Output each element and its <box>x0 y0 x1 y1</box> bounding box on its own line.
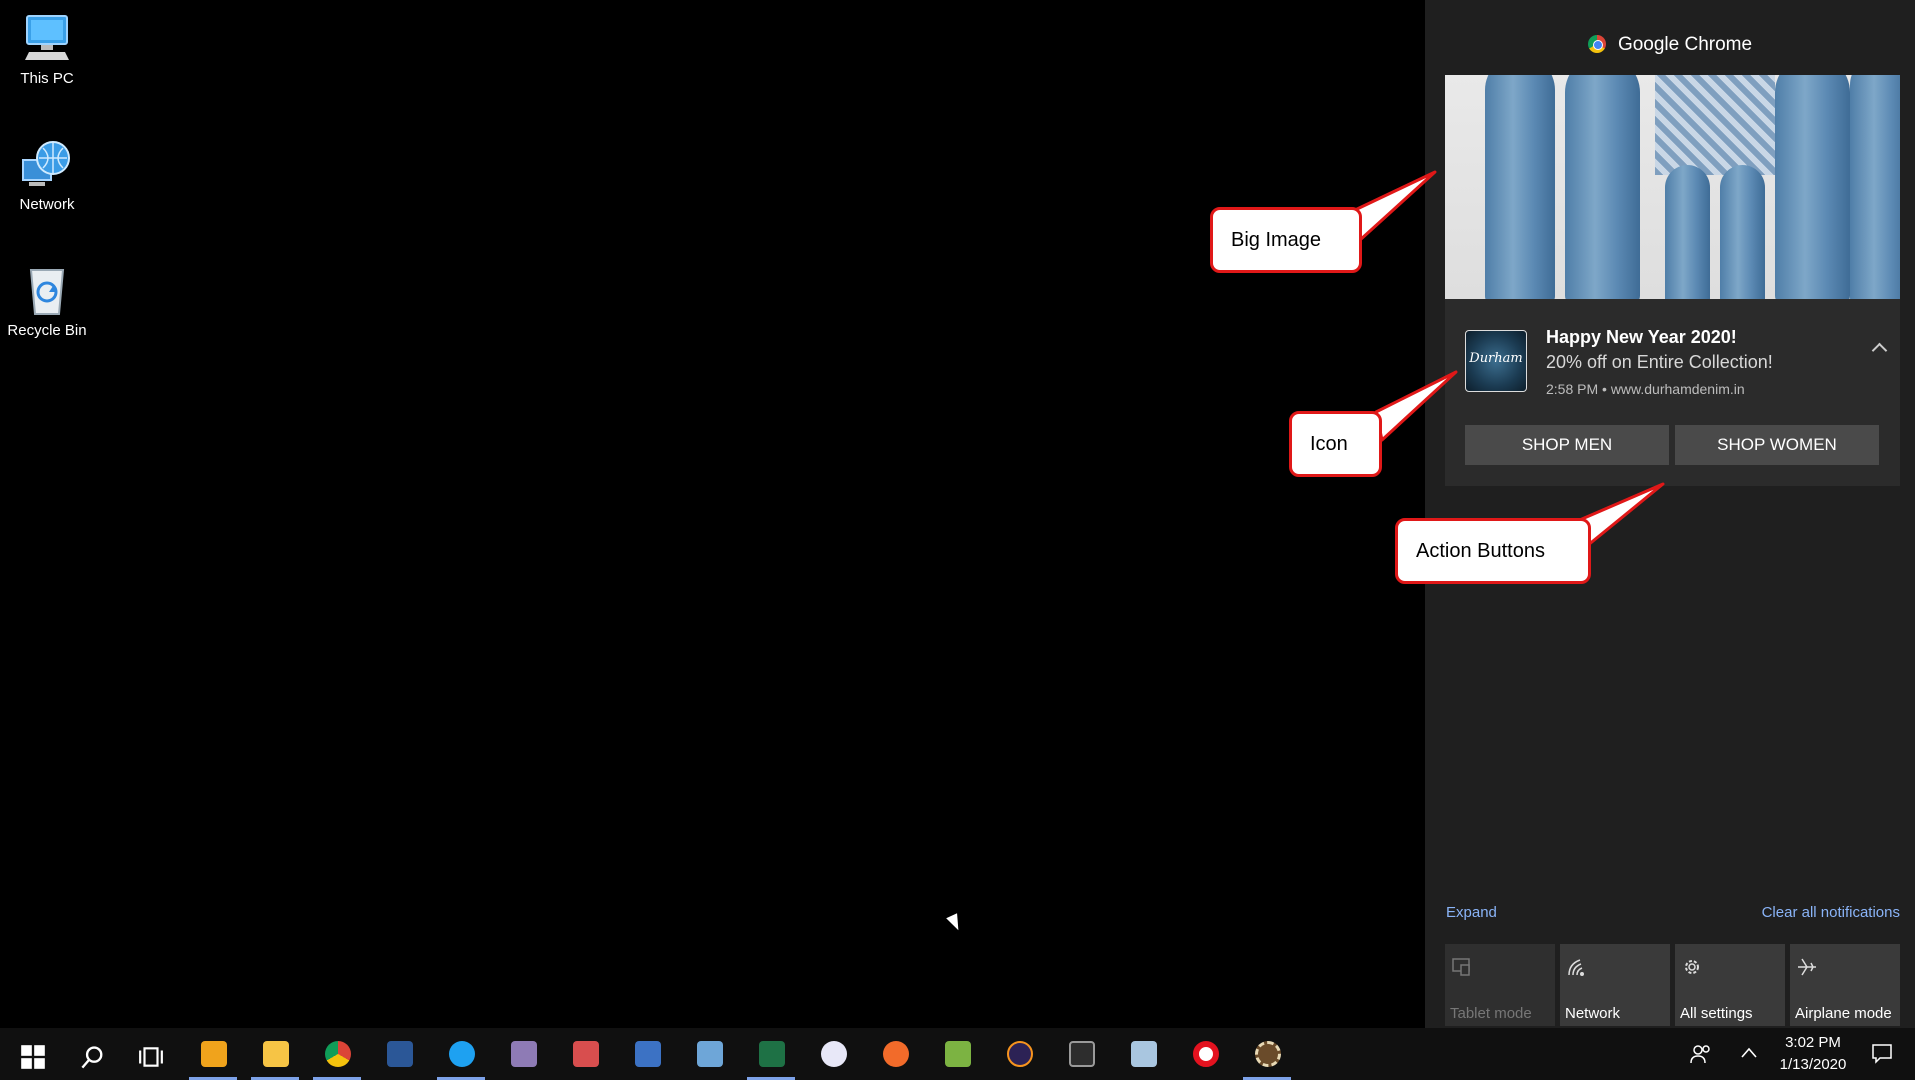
clock-time: 3:02 PM <box>1785 1034 1841 1051</box>
taskbar-app-database[interactable] <box>1116 1028 1170 1080</box>
network-globe-icon <box>19 136 75 192</box>
taskbar-app-word[interactable] <box>372 1028 426 1080</box>
start-button[interactable] <box>3 1028 57 1080</box>
search-icon <box>81 1046 103 1069</box>
taskbar-app-file-explorer[interactable] <box>248 1028 302 1080</box>
people-button[interactable] <box>1686 1028 1716 1080</box>
task-view-icon <box>139 1047 163 1067</box>
notification-title: Happy New Year 2020! <box>1546 327 1737 347</box>
people-icon <box>1690 1045 1710 1064</box>
desktop-icon-label: Network <box>19 196 75 213</box>
taskbar-app-eclipse[interactable] <box>992 1028 1046 1080</box>
tablet-mode-icon <box>1451 956 1473 978</box>
quick-action-network[interactable]: Network <box>1560 944 1670 1026</box>
notification-meta: 2:58 PM • www.durhamdenim.in <box>1546 381 1745 397</box>
quick-action-label: Tablet mode <box>1450 1005 1532 1022</box>
notification-big-image <box>1445 75 1900 299</box>
taskbar-app[interactable] <box>496 1028 550 1080</box>
paint-3d-icon <box>697 1041 723 1067</box>
clock-date: 1/13/2020 <box>1779 1056 1847 1073</box>
quick-action-label: Airplane mode <box>1795 1005 1892 1022</box>
taskbar-app-notepad[interactable] <box>930 1028 984 1080</box>
database-icon <box>1131 1041 1157 1067</box>
sketch-icon <box>883 1041 909 1067</box>
callout-icon: Icon <box>1289 411 1382 477</box>
taskbar-app-paint[interactable] <box>558 1028 612 1080</box>
notification-app-header: Google Chrome <box>1425 34 1915 56</box>
opera-icon <box>1193 1041 1219 1067</box>
recycle-bin-icon <box>19 262 75 318</box>
callout-text: Big Image <box>1231 229 1322 251</box>
settings-app-icon <box>1255 1041 1281 1067</box>
taskbar-app[interactable] <box>806 1028 860 1080</box>
action-center-button[interactable] <box>1862 1028 1902 1080</box>
chrome-icon <box>325 1041 351 1067</box>
gear-icon <box>1681 956 1703 978</box>
desktop-icon-this-pc[interactable]: This PC <box>4 10 90 87</box>
callout-action-buttons: Action Buttons <box>1395 518 1591 584</box>
internet-explorer-icon <box>449 1041 475 1067</box>
notification-app-name: Google Chrome <box>1617 34 1753 55</box>
taskbar-app-chrome[interactable] <box>310 1028 364 1080</box>
outlook-icon <box>201 1041 227 1067</box>
taskbar-app-paint-3d[interactable] <box>682 1028 736 1080</box>
remote-desktop-icon <box>635 1041 661 1067</box>
quick-action-tablet-mode[interactable]: Tablet mode <box>1445 944 1555 1026</box>
notification-brand-icon: Durham <box>1465 330 1527 392</box>
search-button[interactable] <box>62 1028 116 1080</box>
notification-body: 20% off on Entire Collection! <box>1546 352 1773 372</box>
desktop-icon-label: Recycle Bin <box>7 322 87 339</box>
callout-big-image: Big Image <box>1210 207 1362 273</box>
mouse-cursor-icon <box>946 913 964 933</box>
expand-link[interactable]: Expand <box>1446 904 1497 921</box>
chevron-up-icon <box>1741 1047 1757 1058</box>
eclipse-icon <box>1007 1041 1033 1067</box>
brand-icon-text: Durham <box>1469 351 1523 366</box>
taskbar: 3:02 PM 1/13/2020 <box>0 1028 1915 1080</box>
quick-action-all-settings[interactable]: All settings <box>1675 944 1785 1026</box>
excel-icon <box>759 1041 785 1067</box>
taskbar-app-terminal[interactable] <box>1054 1028 1108 1080</box>
computer-icon <box>19 10 75 66</box>
chevron-up-icon[interactable] <box>1869 337 1891 359</box>
app-icon <box>511 1041 537 1067</box>
callout-text: Icon <box>1310 433 1348 455</box>
callout-text: Action Buttons <box>1416 540 1545 562</box>
taskbar-app-opera[interactable] <box>1178 1028 1232 1080</box>
taskbar-app-remote-desktop[interactable] <box>620 1028 674 1080</box>
airplane-icon <box>1796 956 1818 978</box>
quick-action-label: All settings <box>1680 1005 1753 1022</box>
app-icon <box>821 1041 847 1067</box>
taskbar-app-internet-explorer[interactable] <box>434 1028 488 1080</box>
paint-icon <box>573 1041 599 1067</box>
taskbar-app-excel[interactable] <box>744 1028 798 1080</box>
notepad-icon <box>945 1041 971 1067</box>
terminal-icon <box>1069 1041 1095 1067</box>
file-explorer-icon <box>263 1041 289 1067</box>
desktop-icon-network[interactable]: Network <box>4 136 90 213</box>
start-icon <box>21 1045 45 1069</box>
desktop-icon-label: This PC <box>20 70 74 87</box>
shop-men-button[interactable]: SHOP MEN <box>1465 425 1669 465</box>
shop-women-button[interactable]: SHOP WOMEN <box>1675 425 1879 465</box>
network-icon <box>1566 956 1588 978</box>
word-icon <box>387 1041 413 1067</box>
quick-action-label: Network <box>1565 1005 1621 1022</box>
taskbar-app-outlook[interactable] <box>186 1028 240 1080</box>
taskbar-clock[interactable]: 3:02 PM 1/13/2020 <box>1758 1032 1868 1076</box>
desktop-icon-recycle-bin[interactable]: Recycle Bin <box>4 262 90 339</box>
taskbar-app-settings[interactable] <box>1240 1028 1294 1080</box>
taskbar-app-sketch[interactable] <box>868 1028 922 1080</box>
chrome-icon <box>1587 35 1606 53</box>
notification-icon <box>1872 1044 1892 1064</box>
action-center: Google Chrome Durham Happy New Year 2020… <box>1425 0 1915 1028</box>
quick-action-airplane-mode[interactable]: Airplane mode <box>1790 944 1900 1026</box>
task-view-button[interactable] <box>122 1028 176 1080</box>
notification-toast[interactable]: Durham Happy New Year 2020! 20% off on E… <box>1445 75 1900 486</box>
clear-all-notifications-link[interactable]: Clear all notifications <box>1762 904 1900 921</box>
